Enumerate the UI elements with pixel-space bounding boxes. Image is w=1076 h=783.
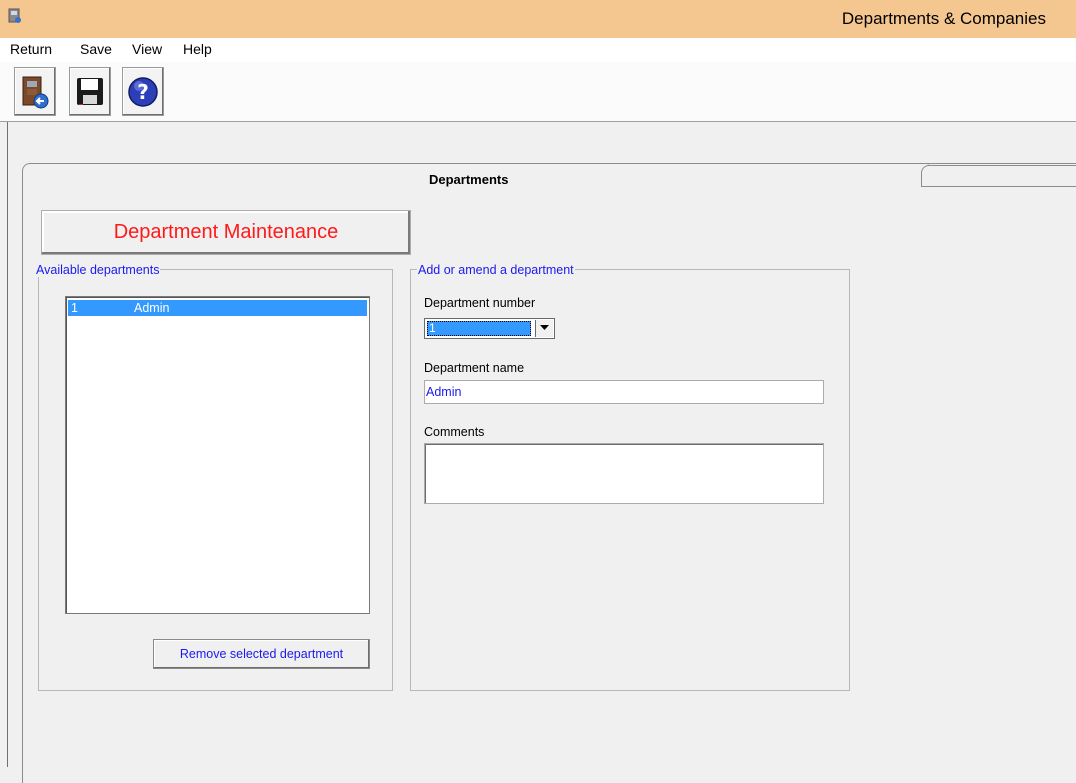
return-button[interactable] [14,67,56,116]
department-maintenance-button[interactable]: Department Maintenance [41,210,411,255]
department-number-value: 1 [427,321,531,336]
svg-text:?: ? [137,80,149,104]
department-name-label: Department name [424,361,525,375]
help-button[interactable]: ? [122,67,164,116]
toolbar: ? [0,62,1076,122]
menu-save[interactable]: Save [80,41,112,57]
departments-list[interactable]: 1 Admin [65,296,370,614]
comments-field[interactable] [424,443,824,504]
available-departments-legend: Available departments [35,263,161,277]
menu-return[interactable]: Return [10,41,52,57]
list-item[interactable]: 1 Admin [68,300,367,316]
menu-view[interactable]: View [132,41,162,57]
frame-divider [7,122,8,767]
menu-help[interactable]: Help [183,41,212,57]
list-item-name: Admin [134,301,170,315]
save-disk-icon [77,78,103,105]
dropdown-button[interactable] [535,320,553,337]
chevron-down-icon [540,325,549,330]
tab-departments[interactable]: Departments [429,172,508,187]
department-number-select[interactable]: 1 [424,318,555,339]
return-door-icon [22,76,49,109]
remove-selected-department-button[interactable]: Remove selected department [153,639,370,669]
department-number-label: Department number [424,296,536,310]
menu-bar: Return Save View Help [0,38,1076,63]
help-question-icon: ? [128,77,158,107]
tab-companies[interactable] [921,165,1076,187]
add-amend-department-legend: Add or amend a department [417,263,575,277]
list-item-number: 1 [71,301,78,315]
title-bar: Departments & Companies [0,0,1076,38]
app-icon [8,8,21,23]
comments-label: Comments [424,425,485,439]
department-name-field[interactable]: Admin [424,380,824,404]
save-button[interactable] [69,67,111,116]
window-title: Departments & Companies [841,9,1046,28]
